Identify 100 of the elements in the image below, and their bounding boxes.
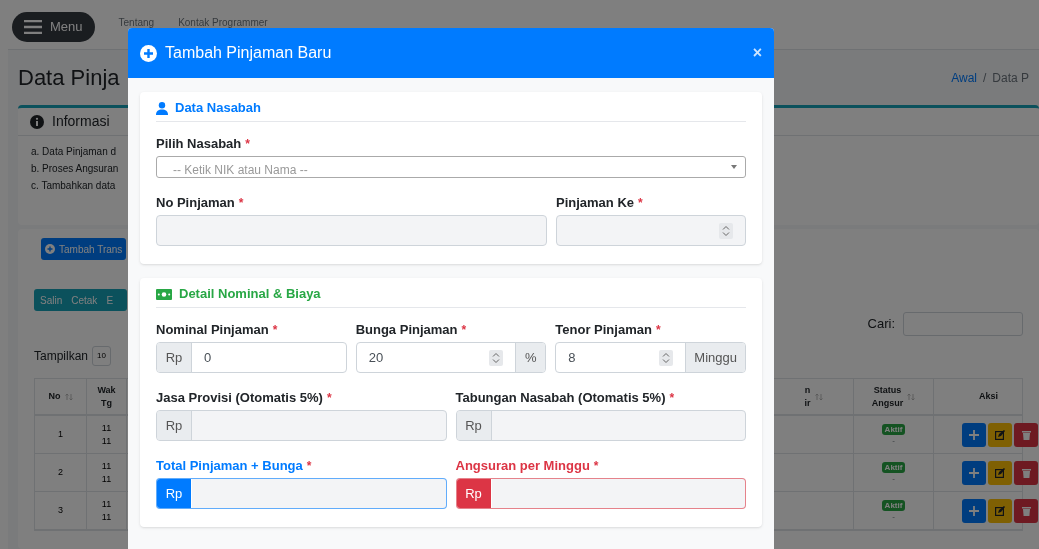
sort-icon[interactable] [64, 392, 73, 401]
input-group[interactable]: Rp 0 [156, 342, 347, 373]
field-label: Jasa Provisi (Otomatis 5%) [156, 390, 323, 405]
prefix-addon: Rp [456, 411, 492, 440]
column-header[interactable]: Status Angsur [871, 383, 904, 410]
spinner-icon[interactable] [659, 349, 674, 366]
field-label: Tabungan Nasabah (Otomatis 5%) [455, 390, 666, 405]
column-header[interactable]: Wak Tg [97, 383, 116, 410]
trash-icon [1021, 429, 1031, 440]
info-icon [30, 114, 44, 129]
field-label: Bunga Pinjaman [355, 322, 458, 337]
info-item: c. Tambahkan data [31, 179, 116, 193]
modal-title: Tambah Pinjaman Baru [165, 43, 332, 63]
input-group[interactable] [156, 215, 547, 246]
table-cell-text: 3 [58, 503, 63, 517]
table-cell-text: 1 [58, 427, 63, 441]
breadcrumb-text: / [982, 69, 987, 87]
table-cell: 11 11 [101, 497, 112, 524]
trash-icon [1021, 467, 1031, 478]
edit-button[interactable] [988, 498, 1012, 523]
plus-icon [969, 505, 979, 516]
column-header[interactable]: No [48, 390, 61, 403]
export-button[interactable]: Cetak [71, 292, 98, 308]
breadcrumb-link[interactable]: Awal [951, 68, 977, 87]
search-label: Cari: [867, 315, 895, 334]
input-group[interactable]: 8 Minggu [555, 342, 746, 373]
input-group[interactable] [556, 215, 746, 246]
column-header[interactable]: n ir [804, 383, 811, 410]
input-group[interactable]: 20 % [355, 342, 547, 373]
field-label: Pinjaman Ke [556, 195, 635, 210]
status-note: - [892, 435, 895, 446]
length-label: Tampilkan [34, 348, 89, 365]
spinner-icon[interactable] [489, 349, 504, 366]
edit-button[interactable] [988, 422, 1012, 447]
add-transaction-button[interactable]: Tambah Trans [41, 238, 127, 260]
edit-icon [995, 505, 1005, 516]
status-badge: Aktif [881, 423, 906, 435]
field-label: Tenor Pinjaman [555, 322, 652, 337]
select-placeholder: -- Ketik NIK atau Nama -- [173, 163, 308, 177]
suffix-addon: % [515, 343, 546, 372]
sort-icon[interactable] [907, 392, 916, 401]
suffix-addon: Minggu [685, 343, 745, 372]
table-cell-text: 2 [58, 465, 63, 479]
spinner-icon[interactable] [719, 222, 733, 239]
input-value: 0 [204, 348, 213, 367]
delete-button[interactable] [1014, 422, 1038, 447]
prefix-addon: Rp [157, 479, 192, 508]
delete-button[interactable] [1014, 498, 1038, 523]
field-label: No Pinjaman [156, 195, 235, 210]
status-note: - [892, 473, 895, 484]
input-group[interactable]: Rp [455, 410, 746, 441]
input-value: 8 [568, 348, 577, 367]
table-cell: 11 11 [101, 459, 112, 486]
plus-circle-icon [45, 244, 55, 254]
prefix-addon: Rp [456, 479, 492, 508]
status-badge: Aktif [881, 461, 906, 473]
field-label: Pilih Nasabah [156, 136, 242, 151]
edit-icon [995, 467, 1005, 478]
export-button[interactable]: Salin [40, 292, 63, 308]
nav-link[interactable]: Tentang [118, 15, 155, 30]
plus-circle-icon [140, 44, 157, 62]
banknote-icon [156, 288, 172, 300]
input-group[interactable]: Rp [455, 478, 746, 509]
close-button[interactable]: × [752, 41, 762, 65]
input-group[interactable]: Rp [156, 410, 447, 441]
field-label: Angsuran per Minggu [455, 458, 590, 473]
required-mark: * [272, 323, 278, 338]
menu-button[interactable]: Menu [12, 12, 95, 42]
status-note: - [892, 511, 895, 522]
required-mark: * [326, 391, 332, 406]
nav-link[interactable]: Kontak Programmer [178, 15, 268, 30]
field-label: Nominal Pinjaman [156, 322, 269, 337]
plus-icon [969, 467, 979, 478]
length-value: 10 [97, 350, 106, 362]
section-title: Detail Nominal & Biaya [179, 286, 321, 302]
required-mark: * [245, 137, 250, 152]
add-button[interactable] [962, 460, 986, 485]
customer-select[interactable]: -- Ketik NIK atau Nama -- [156, 156, 746, 178]
breadcrumb-text: Data P [992, 69, 1029, 87]
delete-button[interactable] [1014, 460, 1038, 485]
edit-button[interactable] [988, 460, 1012, 485]
column-header[interactable]: Aksi [979, 390, 998, 403]
field-label: Total Pinjaman + Bunga [156, 458, 303, 473]
add-button[interactable] [962, 422, 986, 447]
section-title: Data Nasabah [175, 100, 261, 116]
required-mark: * [593, 459, 599, 474]
input-group[interactable]: Rp [156, 478, 447, 509]
sort-icon[interactable] [814, 392, 823, 401]
menu-icon [24, 20, 42, 34]
length-select[interactable]: 10 [92, 346, 111, 366]
table-cell: 11 11 [101, 421, 112, 448]
user-icon [156, 101, 168, 115]
search-field[interactable] [903, 312, 1023, 336]
edit-icon [995, 429, 1005, 440]
info-item: b. Proses Angsuran [31, 162, 119, 176]
required-mark: * [461, 323, 467, 338]
required-mark: * [669, 391, 675, 406]
add-button[interactable] [962, 498, 986, 523]
required-mark: * [655, 323, 661, 338]
page-title: Data Pinja [18, 64, 120, 92]
